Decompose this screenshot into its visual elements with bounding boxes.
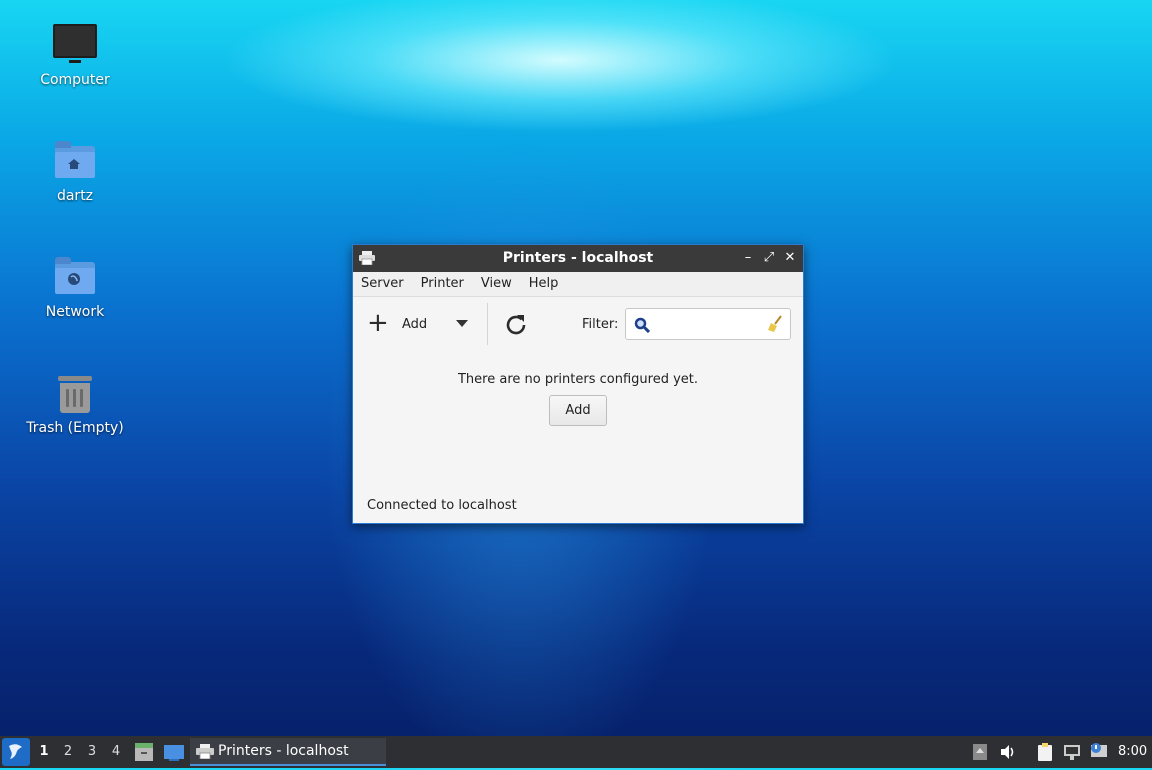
start-menu-button[interactable] xyxy=(2,738,30,766)
clear-broom-icon[interactable] xyxy=(766,315,784,333)
trash-icon xyxy=(53,372,97,416)
toolbar: + Add Filter: xyxy=(353,297,803,349)
filter-input[interactable] xyxy=(654,315,768,335)
task-label: Printers - localhost xyxy=(218,743,349,759)
add-printer-button[interactable]: Add xyxy=(549,395,607,426)
menu-server[interactable]: Server xyxy=(353,272,413,291)
desktop-icon-label: Network xyxy=(45,304,105,320)
desktop-icon-label: Trash (Empty) xyxy=(26,420,124,436)
desktop-icon-network[interactable]: Network xyxy=(15,256,135,320)
toolbar-add-button[interactable]: Add xyxy=(402,317,427,332)
filter-label: Filter: xyxy=(582,317,619,332)
minimize-button[interactable]: – xyxy=(739,249,757,267)
tray-arrow-icon[interactable] xyxy=(970,742,990,762)
search-icon xyxy=(634,317,650,333)
empty-message: There are no printers configured yet. xyxy=(457,372,699,387)
close-button[interactable]: ✕ xyxy=(781,249,799,267)
printers-window: Printers - localhost – ⤢ ✕ Server Printer… xyxy=(352,244,804,524)
maximize-button[interactable]: ⤢ xyxy=(760,249,778,267)
menu-printer[interactable]: Printer xyxy=(413,272,473,291)
network-folder-icon xyxy=(53,256,97,300)
taskbar: 1 2 3 4 Printers - localhost 8:00 xyxy=(0,736,1152,768)
volume-icon[interactable] xyxy=(998,742,1018,762)
clock[interactable]: 8:00 xyxy=(1118,744,1147,759)
workspace-4[interactable]: 4 xyxy=(108,744,124,759)
toolbar-separator xyxy=(487,303,488,345)
filter-field[interactable] xyxy=(625,308,791,340)
workspace-2[interactable]: 2 xyxy=(60,744,76,759)
menu-bar: Server Printer View Help xyxy=(353,272,803,297)
menu-view[interactable]: View xyxy=(473,272,521,291)
network-tray-icon[interactable] xyxy=(1062,742,1082,762)
taskbar-task-printers[interactable]: Printers - localhost xyxy=(190,738,386,766)
home-folder-icon xyxy=(53,140,97,184)
printer-icon xyxy=(196,744,214,759)
desktop-icon-computer[interactable]: Computer xyxy=(15,22,135,88)
notification-icon[interactable] xyxy=(1089,742,1109,762)
add-plus-icon[interactable]: + xyxy=(367,310,389,336)
workspace-1[interactable]: 1 xyxy=(36,744,52,759)
lxqt-logo-icon xyxy=(9,744,22,759)
status-text: Connected to localhost xyxy=(367,498,517,513)
computer-icon xyxy=(53,24,97,68)
add-dropdown-arrow-icon[interactable] xyxy=(456,320,468,327)
file-manager-icon[interactable] xyxy=(133,741,155,763)
desktop-icon-label: Computer xyxy=(40,72,110,88)
menu-help[interactable]: Help xyxy=(521,272,568,291)
window-title: Printers - localhost xyxy=(502,250,654,266)
show-desktop-icon[interactable] xyxy=(163,741,185,763)
desktop-icon-home[interactable]: dartz xyxy=(15,140,135,204)
printer-list-area: There are no printers configured yet. Ad… xyxy=(353,348,803,523)
refresh-icon[interactable] xyxy=(502,311,530,339)
workspace-3[interactable]: 3 xyxy=(84,744,100,759)
desktop-icon-trash[interactable]: Trash (Empty) xyxy=(15,372,135,436)
window-titlebar[interactable]: Printers - localhost – ⤢ ✕ xyxy=(353,245,803,272)
clipboard-icon[interactable] xyxy=(1035,742,1055,762)
desktop-icon-label: dartz xyxy=(56,188,94,204)
